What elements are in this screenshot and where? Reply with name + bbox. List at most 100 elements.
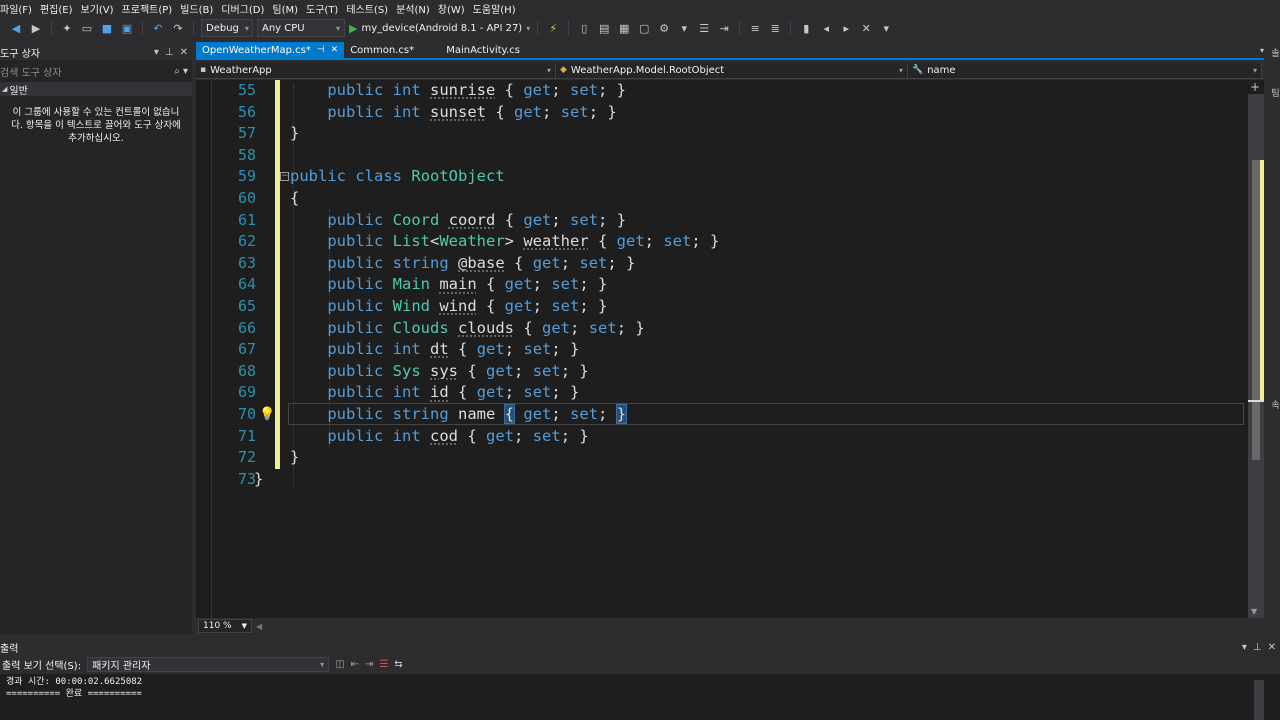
configuration-dropdown[interactable]: Debug ▾ (201, 19, 253, 37)
code-text[interactable]: public int cod { get; set; } (290, 426, 588, 448)
zoom-dropdown[interactable]: 110 % ▼ (198, 619, 252, 633)
align-icon[interactable]: ☰ (696, 20, 712, 36)
tab-openweathermap[interactable]: OpenWeatherMap.cs* ⊣ ✕ (196, 42, 345, 58)
code-text[interactable]: } (290, 447, 299, 469)
image-icon[interactable]: ▦ (616, 20, 632, 36)
comment-icon[interactable]: ≡ (747, 20, 763, 36)
editor-horizontal-scrollbar[interactable] (266, 621, 1260, 631)
team-explorer-tab[interactable]: 팀 (1268, 88, 1280, 97)
menu-file[interactable]: 파일(F) (0, 1, 40, 16)
dropdown-icon[interactable]: ▾ (676, 20, 692, 36)
close-icon[interactable]: ✕ (1268, 642, 1276, 653)
code-text[interactable]: public Wind wind { get; set; } (290, 296, 607, 318)
code-text[interactable]: { (290, 188, 299, 210)
new-project-icon[interactable]: ✦ (59, 20, 75, 36)
file-icon[interactable]: ▯ (576, 20, 592, 36)
menu-tools[interactable]: 도구(T) (306, 1, 346, 16)
code-text[interactable]: public string name { get; set; } (290, 404, 628, 426)
run-target-label: my_device(Android 8.1 - API 27) (361, 22, 523, 34)
code-text[interactable]: public List<Weather> weather { get; set;… (290, 231, 719, 253)
code-text[interactable]: public int sunset { get; set; } (290, 102, 616, 124)
tab-common[interactable]: Common.cs* (344, 42, 440, 58)
next-bookmark-icon[interactable]: ▸ (838, 20, 854, 36)
prev-message-icon[interactable]: ⇤ (351, 659, 359, 670)
menu-edit[interactable]: 편집(E) (40, 1, 81, 16)
solution-explorer-tab[interactable]: 솔 (1268, 48, 1280, 57)
undo-icon[interactable]: ↶ (150, 20, 166, 36)
back-icon[interactable]: ◀ (8, 20, 24, 36)
search-icon[interactable]: ⌕ ▾ (174, 66, 188, 77)
pin-icon[interactable]: ⊣ (317, 45, 325, 55)
next-message-icon[interactable]: ⇥ (365, 659, 373, 670)
editor-vertical-scrollbar[interactable]: ▼ (1248, 94, 1264, 618)
lightbulb-icon[interactable]: 💡 (259, 404, 275, 426)
menu-test[interactable]: 테스트(S) (346, 1, 396, 16)
device-icon[interactable]: ▤ (596, 20, 612, 36)
save-icon[interactable]: ■ (99, 20, 115, 36)
bookmark-icon[interactable]: ▮ (798, 20, 814, 36)
output-source-dropdown[interactable]: 패키지 관리자 ▾ (87, 656, 330, 672)
code-text[interactable]: public Main main { get; set; } (290, 274, 607, 296)
member-dropdown[interactable]: 🔧 name ▾ (908, 62, 1262, 78)
scroll-down-icon[interactable]: ▼ (1251, 607, 1257, 616)
change-marker (275, 101, 280, 124)
output-vertical-scrollbar[interactable] (1254, 680, 1264, 720)
change-marker (275, 404, 280, 426)
scroll-left-icon[interactable]: ◀ (256, 622, 262, 631)
code-editor[interactable]: 55 public int sunrise { get; set; } 56 p… (196, 80, 1264, 618)
code-text[interactable]: public int id { get; set; } (290, 382, 579, 404)
code-text[interactable]: public class RootObject (290, 166, 505, 188)
close-icon[interactable]: ✕ (180, 47, 188, 58)
menu-help[interactable]: 도움말(H) (473, 1, 524, 16)
toolbox-search-input[interactable]: 검색 도구 상자 ⌕ ▾ (0, 62, 192, 80)
collapse-icon[interactable]: − (280, 172, 289, 182)
split-editor-icon[interactable]: + (1250, 80, 1260, 94)
code-text[interactable]: public int dt { get; set; } (290, 339, 579, 361)
code-text[interactable]: public int sunrise { get; set; } (290, 80, 626, 102)
menu-window[interactable]: 창(W) (438, 1, 473, 16)
platform-dropdown[interactable]: Any CPU ▾ (257, 19, 345, 37)
chevron-down-icon[interactable]: ▾ (154, 47, 159, 58)
forward-icon[interactable]: ▶ (28, 20, 44, 36)
menu-project[interactable]: 프로젝트(P) (122, 1, 181, 16)
output-line: 경과 시간: 00:00:02.6625082 (6, 677, 143, 687)
open-folder-icon[interactable]: ▭ (79, 20, 95, 36)
code-text[interactable]: public Clouds clouds { get; set; } (290, 318, 644, 340)
clear-bookmarks-icon[interactable]: ✕ (858, 20, 874, 36)
pin-icon[interactable]: ⊥ (165, 47, 174, 58)
menu-analyze[interactable]: 분석(N) (396, 1, 438, 16)
properties-tab[interactable]: 속 (1268, 400, 1280, 409)
code-text[interactable]: public string @base { get; set; } (290, 253, 635, 275)
hot-reload-icon[interactable]: ⚡ (545, 20, 561, 36)
save-all-icon[interactable]: ▣ (119, 20, 135, 36)
menu-view[interactable]: 보기(V) (81, 1, 122, 16)
menu-debug[interactable]: 디버그(D) (221, 1, 272, 16)
pin-icon[interactable]: ⊥ (1253, 642, 1262, 653)
settings-icon[interactable]: ⚙ (656, 20, 672, 36)
chevron-down-icon[interactable]: ▾ (1242, 642, 1247, 653)
menu-build[interactable]: 빌드(B) (180, 1, 221, 16)
clear-all-icon[interactable]: ☰ (379, 659, 388, 670)
prev-bookmark-icon[interactable]: ◂ (818, 20, 834, 36)
line-number: 69 (237, 383, 256, 402)
window-icon[interactable]: ▢ (636, 20, 652, 36)
code-line: 71 public int cod { get; set; } (196, 425, 1246, 448)
project-dropdown[interactable]: ▪ WeatherApp ▾ (196, 62, 556, 78)
code-text[interactable]: public Sys sys { get; set; } (290, 361, 588, 383)
tab-mainactivity[interactable]: MainActivity.cs (440, 42, 526, 58)
dropdown-icon[interactable]: ▾ (878, 20, 894, 36)
output-text[interactable]: 경과 시간: 00:00:02.6625082 ========== 완료 ==… (0, 674, 1280, 720)
word-wrap-icon[interactable]: ⇆ (394, 659, 402, 670)
indent-icon[interactable]: ⇥ (716, 20, 732, 36)
run-button[interactable]: ▶ my_device(Android 8.1 - API 27) ▾ (349, 22, 530, 35)
code-text[interactable]: } (290, 123, 299, 145)
close-icon[interactable]: ✕ (331, 45, 339, 55)
toolbox-group-general[interactable]: ◢ 일반 (0, 82, 192, 97)
menu-team[interactable]: 팀(M) (272, 1, 306, 16)
code-text[interactable]: public Coord coord { get; set; } (290, 210, 626, 232)
scrollbar-thumb[interactable] (1252, 160, 1260, 460)
type-dropdown[interactable]: ◆ WeatherApp.Model.RootObject ▾ (556, 62, 908, 78)
redo-icon[interactable]: ↷ (170, 20, 186, 36)
find-message-icon[interactable]: ◫ (335, 659, 344, 670)
uncomment-icon[interactable]: ≣ (767, 20, 783, 36)
